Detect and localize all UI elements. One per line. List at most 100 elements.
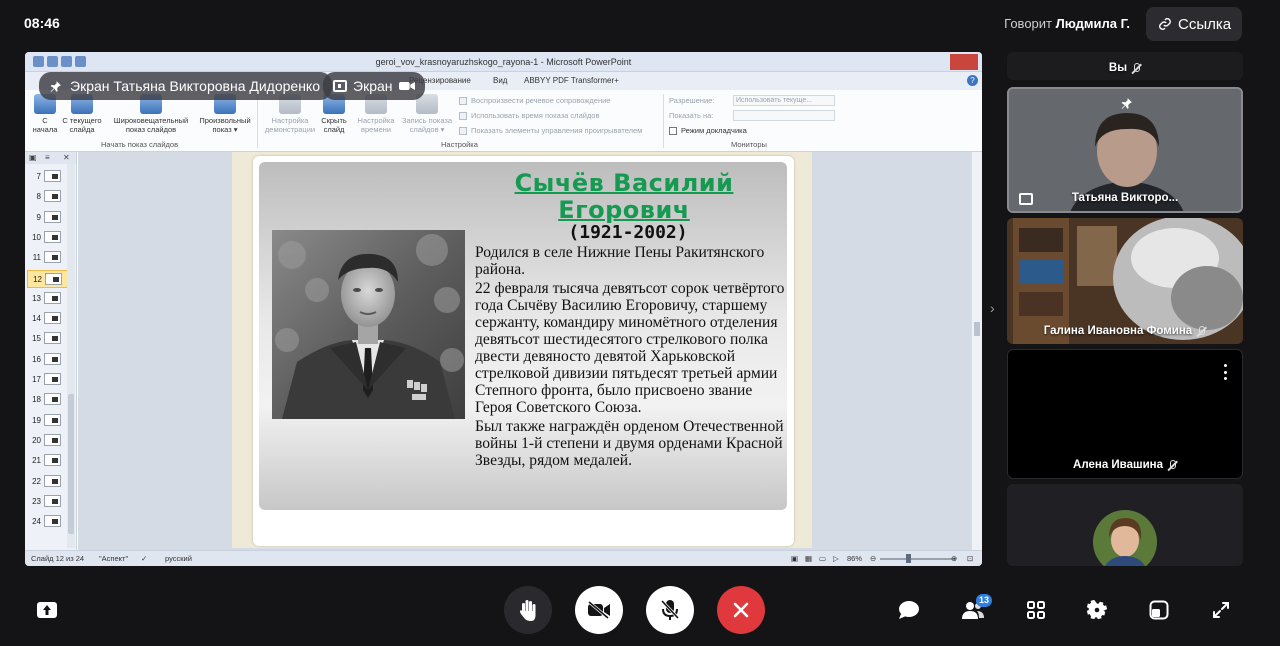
grid-view-button[interactable] [1023,597,1049,623]
custom-show-button[interactable]: Произвольный показ ▾ [193,94,257,134]
slide-thumbnail-preview [44,332,61,345]
link-button-label: Ссылка [1178,15,1232,33]
ribbon-label: С начала [32,116,58,134]
share-screen-button[interactable] [34,597,60,623]
fullscreen-button[interactable] [1208,597,1234,623]
settings-button[interactable] [1084,597,1110,623]
mic-off-icon [1131,62,1141,74]
fullscreen-icon [1213,602,1229,618]
slide-thumbnail-number: 24 [32,517,41,527]
zoom-level[interactable]: 86% [847,554,862,563]
more-options-icon[interactable] [1224,364,1228,380]
show-on-select[interactable] [733,110,835,121]
quick-access-toolbar[interactable] [33,56,93,68]
participant-tile[interactable]: Алена Ивашина [1007,349,1243,479]
slide-title: Сычёв Василий Егорович [501,170,747,224]
participant-name-text: Алена Ивашина [1073,459,1163,471]
ribbon-separator [663,94,664,148]
from-current-button[interactable]: С текущего слайда [59,94,105,134]
screen-label: Экран [353,78,393,94]
slide[interactable]: Сычёв Василий Егорович (1921-2002) Родил… [253,156,794,546]
slide-thumbnail-number: 11 [32,253,41,263]
resolution-label: Разрешение: [669,96,715,105]
camera-toggle-button[interactable] [575,586,623,634]
shared-screen: geroi_vov_krasnoyaruzhskogo_rayona-1 - M… [25,52,982,566]
zoom-out-icon[interactable]: ⊖ [870,554,876,563]
language[interactable]: русский [165,554,192,563]
participant-name: Татьяна Викторо... [1071,192,1179,204]
presenter-pill[interactable]: Экран Татьяна Викторовна Дидоренко [39,72,333,100]
zoom-slider[interactable] [880,558,956,560]
slide-thumbnail-preview [44,170,61,182]
narration-checkbox[interactable]: Воспроизвести речевое сопровождение [459,96,610,105]
slide-counter: Слайд 12 из 24 [31,554,85,563]
slide-years: (1921-2002) [568,222,688,243]
slide-thumbnail-number: 22 [32,476,41,486]
slide-thumbnail-preview [44,393,61,406]
presenter-view-checkbox[interactable]: Режим докладчика [669,126,747,135]
slide-scrollbar[interactable] [971,152,982,550]
close-panel-icon[interactable]: ✕ [63,153,70,162]
thumbnails-header: ▣ ≡ ✕ [25,152,76,164]
theme-name: "Аспект" [99,554,129,563]
ppt-title-bar: geroi_vov_krasnoyaruzhskogo_rayona-1 - M… [25,52,982,72]
participants-count-badge: 13 [976,594,993,607]
participant-tile[interactable] [1007,484,1243,566]
timings-checkbox[interactable]: Использовать время показа слайдов [459,111,599,120]
slide-paragraph: 22 февраля тысяча девятьсот сорок четвёр… [475,280,785,416]
fit-slide-icon[interactable]: ⊡ [967,554,973,563]
checkbox-label: Использовать время показа слайдов [471,111,600,120]
slide-thumbnail-number: 15 [32,334,41,344]
chat-button[interactable] [896,597,922,623]
slide-thumbnail-number: 10 [32,232,41,242]
slides-tab-icon[interactable]: ▣ [29,153,37,162]
from-beginning-button[interactable]: С начала [29,94,61,134]
hide-slide-button[interactable]: Скрыть слайд [319,94,349,134]
participant-name: Алена Ивашина [1008,459,1242,471]
mic-toggle-button[interactable] [646,586,694,634]
raise-hand-button[interactable] [504,586,552,634]
help-icon[interactable]: ? [967,75,978,86]
presenter-label: Экран Татьяна Викторовна Дидоренко [70,78,321,94]
end-call-button[interactable] [717,586,765,634]
tab-abbyy[interactable]: ABBYY PDF Transformer+ [524,76,619,85]
thumbnails-scrollbar[interactable] [67,164,75,548]
outline-tab-icon[interactable]: ≡ [45,153,50,162]
share-screen-icon [37,602,57,618]
slide-thumbnail-number: 19 [32,415,41,425]
slideshow-view-icon[interactable]: ▷ [833,554,839,563]
participant-tile[interactable]: Галина Ивановна Фомина [1007,218,1243,344]
normal-view-icon[interactable]: ▣ [791,554,798,563]
resolution-select[interactable]: Использовать текуще... [733,95,835,106]
self-tile[interactable]: Вы [1007,52,1243,80]
zoom-in-icon[interactable]: ⊕ [951,554,957,563]
spellcheck-icon[interactable]: ✓ [141,554,147,563]
rehearse-timings-button[interactable]: Настройка времени [355,94,397,134]
layout-button[interactable] [1146,597,1172,623]
mic-off-icon [661,599,679,620]
tab-view[interactable]: Вид [493,76,507,85]
sorter-view-icon[interactable]: ▦ [805,554,812,563]
ribbon-label: Настройка времени [357,116,395,134]
broadcast-button[interactable]: Широковещательный показ слайдов [109,94,193,134]
participant-name-text: Галина Ивановна Фомина [1043,325,1193,337]
link-button[interactable]: Ссылка [1146,7,1242,41]
record-show-button[interactable]: Запись показа слайдов ▾ [397,94,457,134]
settings-icon [1086,599,1108,620]
zoom-slider-handle[interactable] [906,554,911,563]
screen-pill[interactable]: Экран [323,72,425,100]
media-controls-checkbox[interactable]: Показать элементы управления проигрывате… [459,126,642,135]
slide-thumbnail-number: 17 [32,375,41,384]
window-close-button[interactable] [950,54,978,70]
ribbon-separator [257,94,258,148]
portrait-photo [272,230,465,419]
self-label: Вы [1108,62,1128,74]
pin-icon [50,80,61,92]
reading-view-icon[interactable]: ▭ [819,554,826,563]
slide-thumbnail-preview [44,312,61,325]
ribbon-label: Запись показа слайдов ▾ [401,116,453,134]
setup-show-button[interactable]: Настройка демонстрации [261,94,319,134]
participant-tile[interactable]: Татьяна Викторо... [1007,87,1243,213]
camera-off-icon [588,601,610,619]
collapse-sidebar-icon[interactable]: › [990,300,995,316]
